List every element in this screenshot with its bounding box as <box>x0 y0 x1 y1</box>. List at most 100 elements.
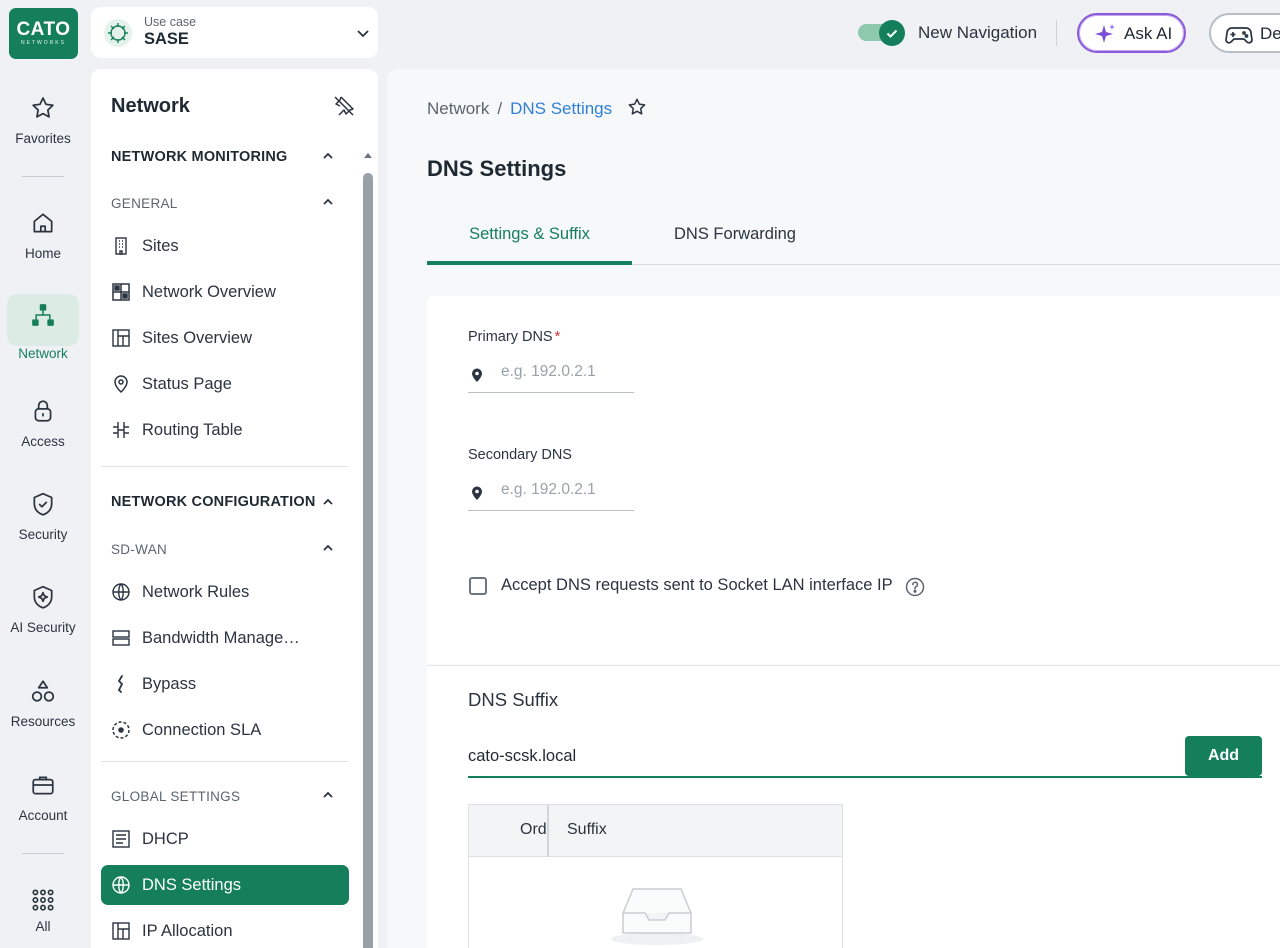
rail-label-account: Account <box>18 808 68 823</box>
favorite-star-icon[interactable] <box>627 97 647 117</box>
rail-divider <box>22 853 64 854</box>
primary-dns-input[interactable] <box>501 363 631 381</box>
breadcrumb-separator: / <box>497 99 503 118</box>
tab-bar: Settings & Suffix DNS Forwarding <box>427 223 1280 265</box>
use-case-value: SASE <box>144 30 189 48</box>
rail-item-resources[interactable]: Resources <box>0 678 86 729</box>
chevron-up-icon[interactable] <box>321 788 335 802</box>
sla-target-icon <box>112 721 130 739</box>
nav-label-bandwidth-management: Bandwidth Manage… <box>142 629 300 647</box>
location-pin-icon <box>114 375 128 394</box>
topbar-divider <box>1056 20 1057 46</box>
subnav-scrollbar[interactable] <box>363 173 373 948</box>
accept-dns-label[interactable]: Accept DNS requests sent to Socket LAN i… <box>501 576 893 595</box>
use-case-selector[interactable]: Use case SASE <box>91 7 378 58</box>
nav-item-status-page[interactable]: Status Page <box>101 364 349 404</box>
help-circle-icon[interactable] <box>905 577 925 597</box>
dashboard-grid-icon <box>112 283 130 301</box>
nav-item-routing-table[interactable]: Routing Table <box>101 410 349 450</box>
nav-label-network-rules: Network Rules <box>142 583 250 601</box>
nav-item-ip-allocation[interactable]: IP Allocation <box>101 911 349 948</box>
subnav-divider <box>101 466 349 467</box>
nav-item-dns-settings[interactable]: DNS Settings <box>101 865 349 905</box>
unpin-icon[interactable] <box>332 94 356 118</box>
chevron-up-icon[interactable] <box>321 149 335 163</box>
nav-item-network-overview[interactable]: Network Overview <box>101 272 349 312</box>
nav-item-sites-overview[interactable]: Sites Overview <box>101 318 349 358</box>
shapes-icon <box>31 680 55 702</box>
nav-label-bypass: Bypass <box>142 675 197 693</box>
nav-item-sites[interactable]: Sites <box>101 226 349 266</box>
logo-text: CATO <box>16 19 71 40</box>
tab-settings-suffix[interactable]: Settings & Suffix <box>427 223 632 265</box>
globe-icon <box>112 876 130 894</box>
breadcrumb-current[interactable]: DNS Settings <box>510 99 612 118</box>
star-icon <box>32 97 54 118</box>
chevron-up-icon[interactable] <box>321 541 335 555</box>
dns-servers-card: Primary DNS* Secondary DNS Accept DNS re… <box>427 296 1280 664</box>
rail-item-network[interactable]: Network <box>0 294 86 361</box>
tab-label: Settings & Suffix <box>469 225 590 243</box>
nav-item-connection-sla[interactable]: Connection SLA <box>101 710 349 750</box>
section-network-monitoring[interactable]: NETWORK MONITORING <box>111 149 288 165</box>
column-order[interactable]: Ord <box>520 821 547 839</box>
nav-item-bandwidth-management[interactable]: Bandwidth Manage… <box>101 618 349 658</box>
chevron-up-icon[interactable] <box>321 495 335 509</box>
accept-dns-checkbox[interactable] <box>469 577 487 595</box>
rail-label-network: Network <box>18 346 68 361</box>
rail-label-resources: Resources <box>10 714 76 729</box>
dns-suffix-input[interactable] <box>468 747 1168 766</box>
chevron-up-icon[interactable] <box>321 195 335 209</box>
scroll-up-arrow[interactable] <box>363 149 373 161</box>
nav-item-bypass[interactable]: Bypass <box>101 664 349 704</box>
column-suffix[interactable]: Suffix <box>567 821 607 839</box>
subsection-general[interactable]: GENERAL <box>111 196 178 211</box>
demo-button[interactable]: De <box>1209 13 1280 53</box>
column-resize-handle[interactable] <box>547 805 549 857</box>
lock-icon <box>34 400 52 422</box>
building-icon <box>115 237 127 255</box>
primary-dns-field[interactable] <box>468 355 634 393</box>
secondary-dns-field[interactable] <box>468 473 634 511</box>
cato-logo[interactable]: CATO NETWORKS <box>9 8 78 59</box>
page-title: DNS Settings <box>427 156 567 181</box>
table-header: Ord Suffix <box>469 805 842 857</box>
rail-divider <box>22 176 64 177</box>
rail-item-security[interactable]: Security <box>0 491 86 542</box>
use-case-icon <box>104 19 132 47</box>
rail-item-access[interactable]: Access <box>0 398 86 449</box>
section-network-configuration[interactable]: NETWORK CONFIGURATION <box>111 494 316 510</box>
breadcrumb-parent[interactable]: Network <box>427 99 489 118</box>
chevron-down-icon <box>357 30 369 38</box>
dns-suffix-card: DNS Suffix Add Ord Suffix <box>427 665 1280 948</box>
rail-item-home[interactable]: Home <box>0 210 86 261</box>
ask-ai-button[interactable]: Ask AI <box>1077 13 1186 53</box>
subsection-sd-wan[interactable]: SD-WAN <box>111 542 167 557</box>
left-rail: CATO NETWORKS Favorites Home Network Acc… <box>0 0 86 948</box>
nav-label-ip-allocation: IP Allocation <box>142 922 233 940</box>
toggle-knob <box>879 20 905 46</box>
routing-icon <box>113 422 129 438</box>
add-suffix-button[interactable]: Add <box>1185 736 1262 776</box>
subsection-global-settings[interactable]: GLOBAL SETTINGS <box>111 789 240 804</box>
rail-item-ai-security[interactable]: AI Security <box>0 584 86 635</box>
scrollbar-thumb[interactable] <box>363 173 373 948</box>
secondary-dns-input[interactable] <box>501 481 631 499</box>
document-list-icon <box>112 830 130 848</box>
globe-icon <box>112 583 130 601</box>
rail-label-favorites: Favorites <box>15 131 71 146</box>
nav-item-dhcp[interactable]: DHCP <box>101 819 349 859</box>
new-navigation-toggle[interactable] <box>858 20 908 46</box>
dns-suffix-field[interactable] <box>468 738 1262 778</box>
rail-item-favorites[interactable]: Favorites <box>0 95 86 146</box>
use-case-label: Use case <box>144 15 197 29</box>
layout-icon <box>112 922 130 940</box>
tab-dns-forwarding[interactable]: DNS Forwarding <box>655 223 815 265</box>
nav-label-sites: Sites <box>142 237 179 255</box>
required-asterisk: * <box>554 329 561 345</box>
rail-item-all[interactable]: All <box>0 887 86 934</box>
check-icon <box>886 29 898 38</box>
ask-ai-label: Ask AI <box>1124 24 1173 43</box>
rail-item-account[interactable]: Account <box>0 772 86 823</box>
nav-item-network-rules[interactable]: Network Rules <box>101 572 349 612</box>
